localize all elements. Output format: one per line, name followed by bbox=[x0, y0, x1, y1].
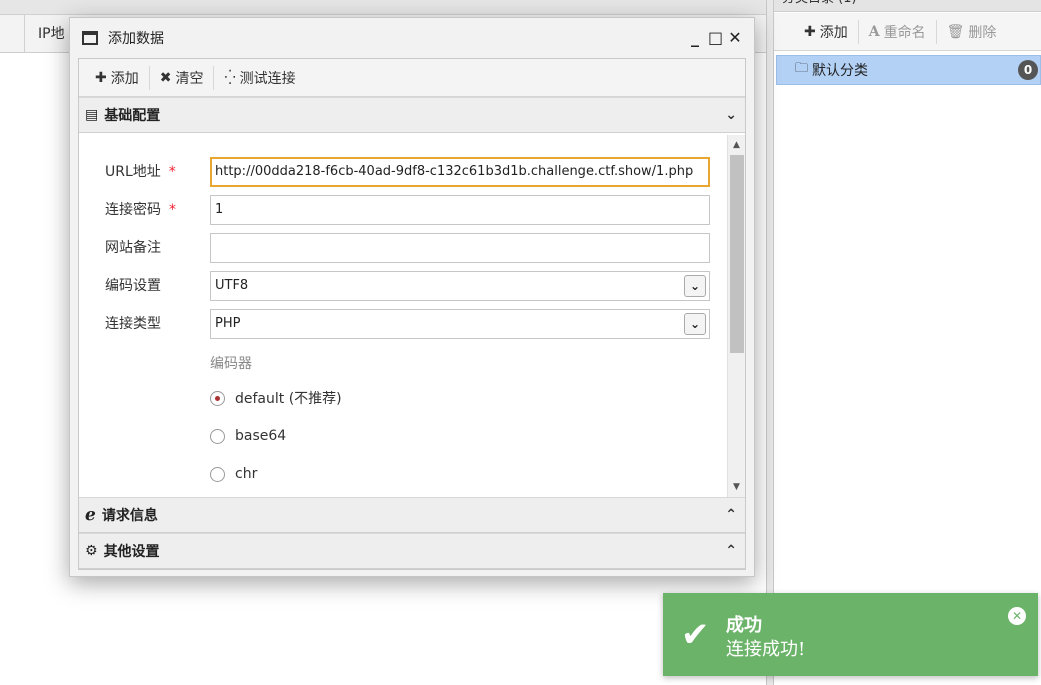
add-data-dialog: 添加数据 _ □ ✕ ✚ 添加 ✖ 清空 ⁛ 测试连接 ▤ 基础配置 ⌄ URL… bbox=[69, 17, 755, 577]
section-basic-title: 基础配置 bbox=[104, 108, 161, 124]
category-add-button[interactable]: ✚ 添加 bbox=[794, 20, 858, 44]
spinner-icon: ⁛ bbox=[224, 69, 236, 86]
radio-unchecked[interactable] bbox=[210, 466, 225, 482]
url-row: URL地址 * http://00dda218-f6cb-40ad-9df8-c1… bbox=[79, 157, 719, 187]
required-mark: * bbox=[169, 202, 176, 218]
main-top-strip bbox=[0, 0, 766, 15]
encoding-select[interactable]: UTF8 ⌄ bbox=[210, 271, 710, 301]
dialog-toolbar: ✚ 添加 ✖ 清空 ⁛ 测试连接 bbox=[79, 59, 745, 97]
radio-checked[interactable] bbox=[210, 390, 225, 406]
type-label: 连接类型 bbox=[105, 316, 161, 332]
type-value: PHP bbox=[215, 316, 241, 331]
encoder-option-default[interactable]: default (不推荐) bbox=[210, 387, 342, 409]
note-label: 网站备注 bbox=[105, 240, 161, 256]
chevron-down-icon[interactable]: ⌄ bbox=[684, 275, 706, 297]
encoding-row: 编码设置 UTF8 ⌄ bbox=[79, 271, 719, 301]
url-field[interactable]: http://00dda218-f6cb-40ad-9df8-c132c61b3… bbox=[210, 157, 710, 187]
x-icon: ✖ bbox=[159, 69, 172, 86]
category-delete-button[interactable]: 🗑 删除 bbox=[937, 20, 1007, 44]
test-connection-label: 测试连接 bbox=[239, 70, 296, 87]
window-icon bbox=[82, 31, 98, 45]
dialog-body: ✚ 添加 ✖ 清空 ⁛ 测试连接 ▤ 基础配置 ⌄ URL地址 * http://… bbox=[78, 58, 746, 570]
section-request-title: 请求信息 bbox=[101, 508, 158, 524]
chevron-down-icon[interactable]: ⌄ bbox=[684, 313, 706, 335]
category-item-label: 默认分类 bbox=[812, 63, 869, 79]
section-other-header[interactable]: ⚙ 其他设置 ⌃ bbox=[79, 533, 745, 569]
section-other-title: 其他设置 bbox=[103, 544, 160, 560]
type-row: 连接类型 PHP ⌄ bbox=[79, 309, 719, 339]
toast-title: 成功 bbox=[726, 615, 762, 636]
test-connection-button[interactable]: ⁛ 测试连接 bbox=[214, 66, 305, 90]
category-panel: 分类目录 (1) ✚ 添加 A 重命名 🗑 删除 🗀 默认分类 0 bbox=[774, 0, 1041, 685]
encoder-title: 编码器 bbox=[210, 356, 252, 372]
category-delete-label: 删除 bbox=[968, 24, 997, 41]
chevron-up-icon: ⌃ bbox=[725, 543, 737, 559]
maximize-icon[interactable]: □ bbox=[708, 28, 723, 47]
password-field[interactable]: 1 bbox=[210, 195, 710, 225]
document-icon: ▤ bbox=[85, 107, 99, 123]
minimize-icon[interactable]: _ bbox=[688, 28, 702, 47]
password-row: 连接密码 * 1 bbox=[79, 195, 719, 225]
category-rename-button[interactable]: A 重命名 bbox=[859, 20, 936, 44]
folder-icon: 🗀 bbox=[795, 61, 809, 76]
toast-message: 连接成功! bbox=[726, 639, 806, 660]
encoding-label: 编码设置 bbox=[105, 278, 161, 294]
encoder-option-base64[interactable]: base64 bbox=[210, 425, 286, 447]
chevron-up-icon: ⌃ bbox=[725, 507, 737, 523]
encoder-option-chr[interactable]: chr bbox=[210, 463, 257, 485]
encoding-value: UTF8 bbox=[215, 278, 249, 293]
ie-icon: ℯ bbox=[85, 505, 96, 525]
scroll-up-icon[interactable]: ▲ bbox=[728, 137, 745, 153]
add-button-label: 添加 bbox=[110, 70, 139, 87]
category-panel-title: 分类目录 (1) bbox=[774, 0, 1041, 12]
window-controls: _ □ ✕ bbox=[688, 28, 742, 47]
encoder-option-label: chr bbox=[235, 466, 258, 482]
plus-circle-icon: ✚ bbox=[95, 69, 107, 86]
category-add-label: 添加 bbox=[819, 24, 848, 41]
basic-config-form: URL地址 * http://00dda218-f6cb-40ad-9df8-c1… bbox=[79, 135, 745, 497]
add-button[interactable]: ✚ 添加 bbox=[85, 66, 149, 90]
check-icon: ✔ bbox=[681, 615, 710, 655]
scroll-thumb[interactable] bbox=[730, 155, 744, 353]
success-toast: ✔ 成功 连接成功! ✕ bbox=[663, 593, 1038, 676]
font-icon: A bbox=[868, 23, 880, 40]
type-select[interactable]: PHP ⌄ bbox=[210, 309, 710, 339]
note-row: 网站备注 bbox=[79, 233, 719, 263]
radio-unchecked[interactable] bbox=[210, 428, 225, 444]
category-toolbar: ✚ 添加 A 重命名 🗑 删除 bbox=[774, 13, 1041, 51]
chevron-down-icon: ⌄ bbox=[725, 107, 737, 123]
encoder-option-label: default (不推荐) bbox=[235, 391, 342, 407]
category-count-badge: 0 bbox=[1018, 60, 1038, 80]
category-item-default[interactable]: 🗀 默认分类 0 bbox=[776, 55, 1041, 85]
gears-icon: ⚙ bbox=[85, 543, 98, 559]
dialog-titlebar[interactable]: 添加数据 bbox=[70, 18, 754, 58]
password-label: 连接密码 * bbox=[105, 202, 176, 218]
close-icon[interactable]: ✕ bbox=[1008, 607, 1026, 625]
panel-splitter[interactable] bbox=[766, 0, 774, 685]
form-scrollbar[interactable]: ▲ ▼ bbox=[727, 135, 745, 497]
clear-button[interactable]: ✖ 清空 bbox=[150, 66, 214, 90]
plus-circle-icon: ✚ bbox=[804, 23, 816, 40]
category-rename-label: 重命名 bbox=[883, 24, 926, 41]
trash-icon: 🗑 bbox=[946, 23, 965, 40]
clear-button-label: 清空 bbox=[175, 70, 204, 87]
section-request-header[interactable]: ℯ 请求信息 ⌃ bbox=[79, 497, 745, 533]
url-label: URL地址 * bbox=[105, 164, 176, 180]
dialog-title: 添加数据 bbox=[108, 31, 164, 47]
close-icon[interactable]: ✕ bbox=[728, 28, 742, 47]
column-header-ip[interactable]: IP地 bbox=[24, 15, 65, 53]
scroll-down-icon[interactable]: ▼ bbox=[728, 479, 745, 495]
encoder-option-label: base64 bbox=[235, 428, 287, 444]
note-field[interactable] bbox=[210, 233, 710, 263]
required-mark: * bbox=[168, 164, 176, 180]
section-basic-header[interactable]: ▤ 基础配置 ⌄ bbox=[79, 97, 745, 133]
